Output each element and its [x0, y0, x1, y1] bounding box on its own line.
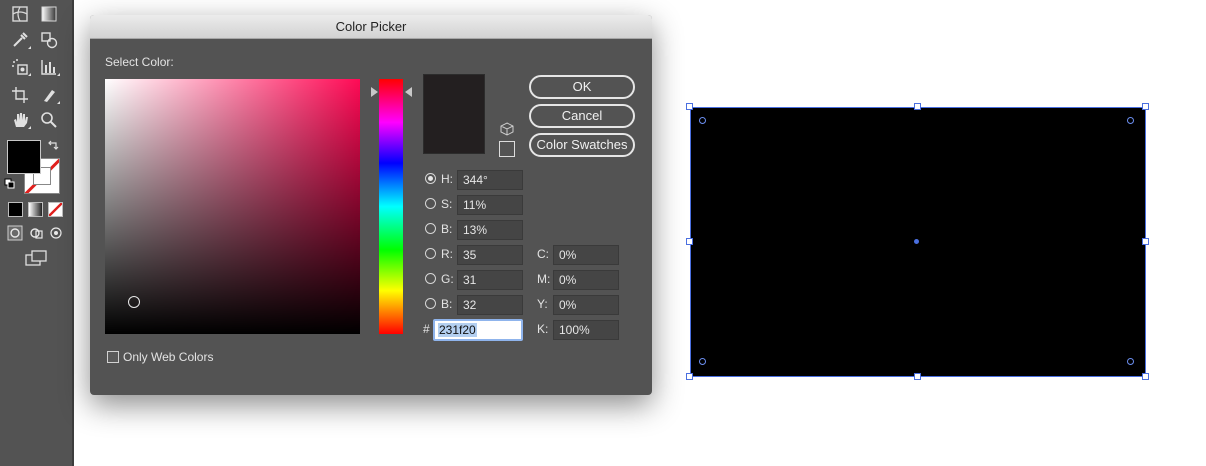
hue-input[interactable]: 344°	[457, 170, 523, 190]
only-web-colors-label: Only Web Colors	[123, 350, 214, 364]
draw-normal-icon[interactable]	[6, 224, 24, 242]
bounding-handle-bottom[interactable]	[914, 373, 921, 380]
bounding-handle-bottom-left[interactable]	[686, 373, 693, 380]
yellow-label: Y:	[537, 297, 548, 311]
blue-radio[interactable]	[425, 298, 436, 309]
blue-row: B: 32	[425, 295, 525, 315]
green-row: G: 31	[425, 270, 525, 290]
gradient-tool-icon[interactable]	[38, 4, 60, 24]
gradient-mode-icon[interactable]	[28, 202, 43, 217]
live-corner-widget-bottom-right[interactable]	[1127, 358, 1134, 365]
bounding-handle-top-right[interactable]	[1142, 103, 1149, 110]
draw-inside-icon[interactable]	[47, 224, 65, 242]
hand-tool-icon[interactable]	[9, 110, 31, 130]
tools-panel	[0, 0, 74, 466]
hue-label: H:	[441, 172, 453, 186]
brightness-label: B:	[441, 222, 453, 236]
black-row: K: 100%	[537, 320, 619, 340]
yellow-input[interactable]: 0%	[553, 295, 619, 315]
bounding-handle-top[interactable]	[914, 103, 921, 110]
blue-input[interactable]: 32	[457, 295, 523, 315]
swap-fill-stroke-icon[interactable]	[46, 138, 60, 152]
artboard-tool-icon[interactable]	[9, 85, 31, 105]
red-label: R:	[441, 247, 453, 261]
cyan-input[interactable]: 0%	[553, 245, 619, 265]
web-safe-color-swatch[interactable]	[499, 141, 515, 157]
saturation-input[interactable]: 11%	[457, 195, 523, 215]
only-web-colors-checkbox[interactable]	[107, 351, 119, 363]
mesh-tool-icon[interactable]	[9, 4, 31, 24]
color-field-marker[interactable]	[128, 296, 140, 308]
brightness-input[interactable]: 13%	[457, 220, 523, 240]
red-radio[interactable]	[425, 248, 436, 259]
blend-tool-icon[interactable]	[38, 30, 60, 50]
bounding-handle-right[interactable]	[1142, 238, 1149, 245]
cancel-button[interactable]: Cancel	[529, 104, 635, 128]
none-mode-icon[interactable]	[48, 202, 63, 217]
select-color-label: Select Color:	[105, 55, 174, 69]
live-corner-widget-bottom-left[interactable]	[699, 358, 706, 365]
zoom-tool-icon[interactable]	[38, 110, 60, 130]
black-input[interactable]: 100%	[553, 320, 619, 340]
green-label: G:	[441, 272, 454, 286]
eyedropper-tool-icon[interactable]	[9, 30, 31, 50]
hex-selected-text: 231f20	[438, 323, 477, 337]
out-of-web-color-cube-icon[interactable]	[500, 122, 514, 141]
live-corner-widget-top-left[interactable]	[699, 117, 706, 124]
brightness-radio[interactable]	[425, 223, 436, 234]
hue-row: H: 344°	[425, 170, 525, 190]
blue-label: B:	[441, 297, 453, 311]
bounding-handle-bottom-right[interactable]	[1142, 373, 1149, 380]
hex-input[interactable]: 231f20	[433, 319, 523, 341]
hex-label: #	[423, 322, 430, 336]
color-preview-swatch	[423, 74, 485, 154]
symbol-sprayer-tool-icon[interactable]	[9, 57, 31, 77]
saturation-brightness-field[interactable]	[105, 79, 360, 334]
magenta-row: M: 0%	[537, 270, 619, 290]
fill-color-swatch[interactable]	[7, 140, 41, 174]
column-graph-tool-icon[interactable]	[38, 57, 60, 77]
color-picker-dialog: Color Picker Select Color: OK Cancel Col…	[90, 15, 652, 395]
hue-slider-left-arrow[interactable]	[371, 87, 378, 97]
color-mode-icon[interactable]	[8, 202, 23, 217]
cyan-label: C:	[537, 247, 549, 261]
shape-center-point	[914, 239, 919, 244]
saturation-row: S: 11%	[425, 195, 525, 215]
hue-radio[interactable]	[425, 173, 436, 184]
slice-tool-icon[interactable]	[38, 85, 60, 105]
bounding-handle-left[interactable]	[686, 238, 693, 245]
brightness-row: B: 13%	[425, 220, 525, 240]
hue-slider-right-arrow[interactable]	[405, 87, 412, 97]
saturation-label: S:	[441, 197, 453, 211]
screen-mode-icon[interactable]	[24, 249, 50, 269]
red-input[interactable]: 35	[457, 245, 523, 265]
green-input[interactable]: 31	[457, 270, 523, 290]
hue-slider[interactable]	[379, 79, 403, 334]
cyan-row: C: 0%	[537, 245, 619, 265]
black-label: K:	[537, 322, 549, 336]
live-corner-widget-top-right[interactable]	[1127, 117, 1134, 124]
yellow-row: Y: 0%	[537, 295, 619, 315]
draw-behind-icon[interactable]	[27, 224, 45, 242]
dialog-title: Color Picker	[90, 15, 652, 39]
bounding-handle-top-left[interactable]	[686, 103, 693, 110]
saturation-radio[interactable]	[425, 198, 436, 209]
color-swatches-button[interactable]: Color Swatches	[529, 133, 635, 157]
magenta-input[interactable]: 0%	[553, 270, 619, 290]
default-fill-stroke-icon[interactable]	[4, 178, 16, 190]
ok-button[interactable]: OK	[529, 75, 635, 99]
magenta-label: M:	[537, 272, 551, 286]
green-radio[interactable]	[425, 273, 436, 284]
red-row: R: 35	[425, 245, 525, 265]
